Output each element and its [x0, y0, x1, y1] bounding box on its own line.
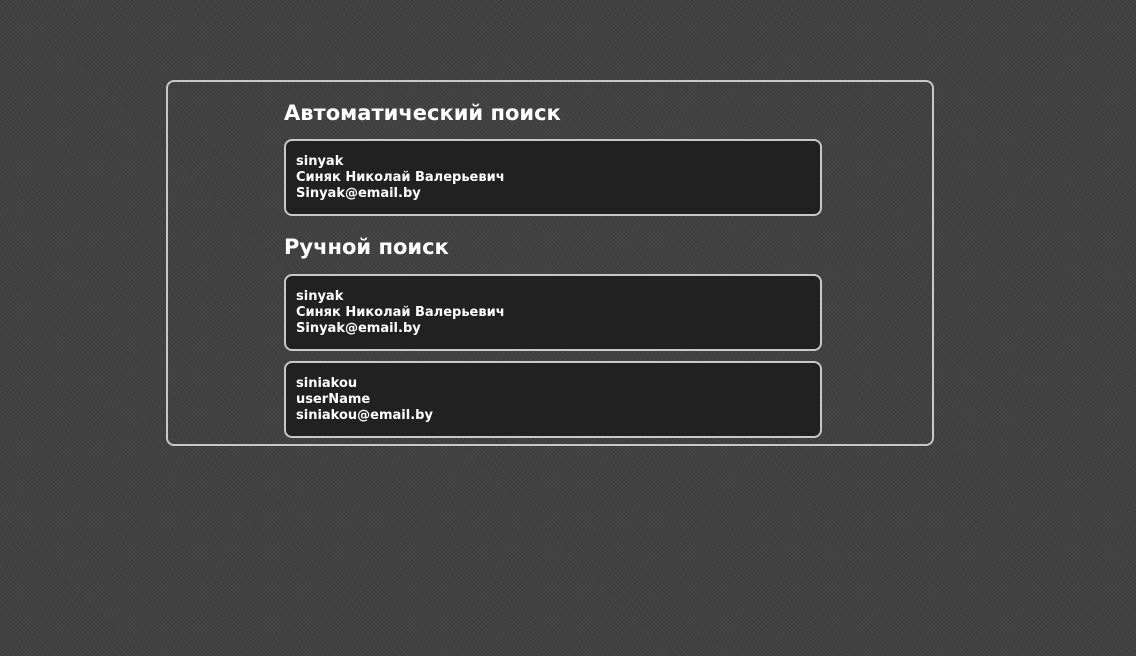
result-full-name: userName — [296, 392, 371, 407]
result-email: Sinyak@email.by — [296, 186, 421, 201]
search-results-panel: Автоматический поиск sinyak Синяк Никола… — [166, 80, 934, 446]
result-email: Sinyak@email.by — [296, 321, 421, 336]
auto-search-result-card[interactable]: sinyak Синяк Николай Валерьевич Sinyak@e… — [284, 139, 822, 216]
result-login: siniakou — [296, 376, 358, 391]
result-email: siniakou@email.by — [296, 408, 433, 423]
manual-search-heading: Ручной поиск — [284, 235, 449, 259]
result-login: sinyak — [296, 154, 344, 169]
manual-search-result-card[interactable]: siniakou userName siniakou@email.by — [284, 361, 822, 438]
result-login: sinyak — [296, 289, 344, 304]
result-full-name: Синяк Николай Валерьевич — [296, 170, 505, 185]
auto-search-heading: Автоматический поиск — [284, 101, 561, 125]
manual-search-result-card[interactable]: sinyak Синяк Николай Валерьевич Sinyak@e… — [284, 274, 822, 351]
result-full-name: Синяк Николай Валерьевич — [296, 305, 505, 320]
